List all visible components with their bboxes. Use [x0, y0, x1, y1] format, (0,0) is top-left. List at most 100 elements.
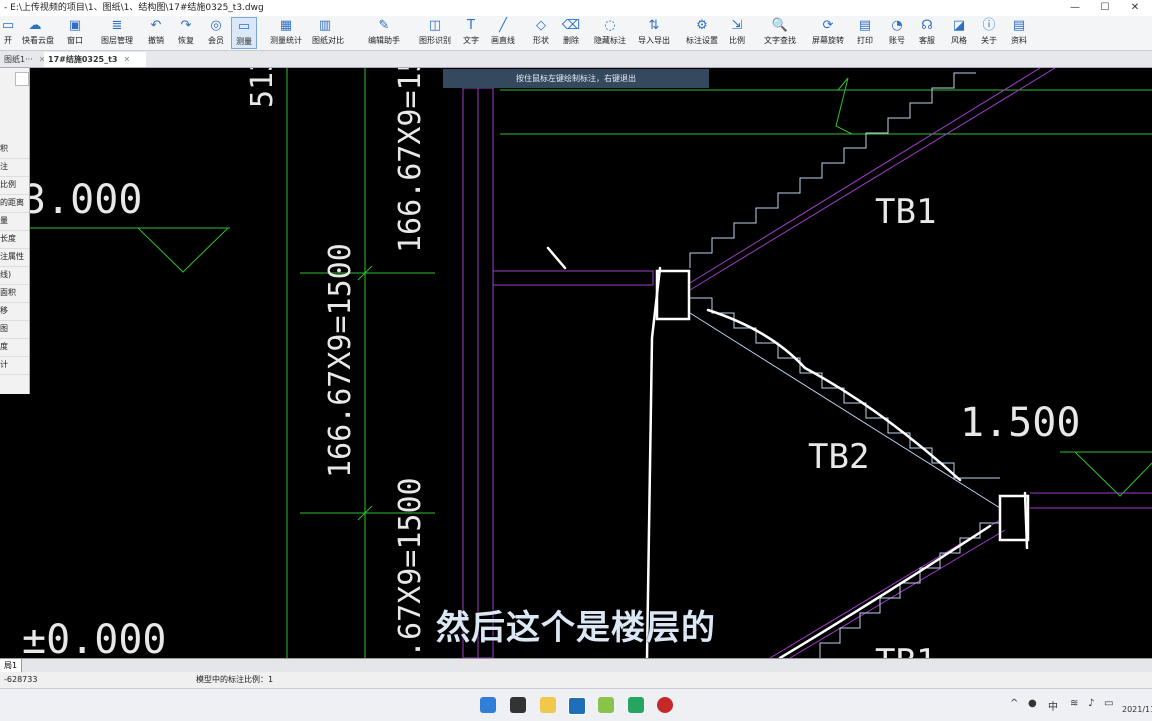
close-icon[interactable]: ✕	[1120, 0, 1150, 16]
cad-app-icon[interactable]	[568, 697, 586, 715]
panel-item[interactable]: 量	[0, 212, 29, 231]
toolbar-button-scale[interactable]: ⇲ 比例	[724, 17, 750, 49]
toolbar-button-label: 账号	[889, 36, 905, 45]
minimize-icon[interactable]: —	[1060, 0, 1090, 16]
toolbar-button-info[interactable]: ⓘ 关于	[976, 17, 1002, 49]
toolbar-button-label: 关于	[981, 36, 997, 45]
annotation-scale: 模型中的标注比例：1	[196, 675, 274, 684]
measure-tool-panel: 积注比例 的距离量长度 注属性 线) 面积移图度计	[0, 68, 30, 394]
toolbar-button-support[interactable]: ☊ 客服	[914, 17, 940, 49]
wifi-icon[interactable]: ≋	[1070, 698, 1078, 709]
toolbar-button-label: 快看云盘	[22, 36, 54, 45]
toolbar-button-redo[interactable]: ↷ 恢复	[173, 17, 199, 49]
toolbar-button-label: 恢复	[178, 36, 194, 45]
toolbar-button-label: 资料	[1011, 36, 1027, 45]
toolbar-button-label: 图层管理	[101, 36, 133, 45]
toolbar-button-import-export[interactable]: ⇅ 导入导出	[632, 17, 676, 49]
toolbar-button-edit-assistant[interactable]: ✎ 编辑助手	[362, 17, 406, 49]
panel-item[interactable]: 比例	[0, 176, 29, 195]
toolbar-button-style[interactable]: ◪ 风格	[946, 17, 972, 49]
annotation-settings-icon: ⚙	[696, 18, 708, 33]
toolbar-button-label: 开	[4, 36, 12, 45]
toolbar-button-account[interactable]: ◔ 账号	[884, 17, 910, 49]
volume-icon[interactable]: ♪	[1088, 698, 1094, 709]
toolbar-button-cloud[interactable]: ☁ 快看云盘	[22, 17, 54, 49]
tab-drawing-1[interactable]: 图纸1··· ✕	[0, 52, 45, 67]
tab-17-structure[interactable]: 17#结施0325_t3 ✕	[44, 52, 146, 67]
toolbar-button-vip[interactable]: ◎ 会员	[203, 17, 229, 49]
dimension-lines	[0, 68, 1152, 658]
toolbar-button-measure[interactable]: ▭ 测量	[231, 17, 257, 49]
shape-icon: ◇	[536, 18, 546, 33]
toolbar-button-text[interactable]: T 文字	[458, 17, 484, 49]
toolbar-button-undo[interactable]: ↶ 撤销	[143, 17, 169, 49]
support-icon: ☊	[921, 18, 933, 33]
panel-item[interactable]: 积	[0, 140, 29, 159]
clock[interactable]: 2021/11/	[1122, 705, 1152, 714]
toolbar-button-window[interactable]: ▣ 窗口	[62, 17, 88, 49]
panel-item[interactable]: 长度	[0, 230, 29, 249]
maximize-icon[interactable]: ☐	[1090, 0, 1120, 16]
panel-item[interactable]: 面积	[0, 284, 29, 303]
documents-icon: ▤	[1012, 18, 1026, 33]
toolbar-button-rotate-screen[interactable]: ⟳ 屏幕旋转	[806, 17, 850, 49]
toolbar-button-label: 测量	[236, 37, 252, 46]
toolbar-button-label: 打印	[857, 36, 873, 45]
measure-icon: ▭	[237, 19, 251, 34]
label-tb2: TB2	[808, 437, 869, 477]
toolbar-button-documents[interactable]: ▤ 资料	[1006, 17, 1032, 49]
main-toolbar: ▭ 开 ☁ 快看云盘 ▣ 窗口 ≣ 图层管理 ↶ 撤销 ↷ 恢复 ◎ 会员 ▭ 测量 ▦ 测量统计 ▥ 图纸对比 ✎ 编辑…	[0, 16, 1152, 51]
file-explorer-icon[interactable]	[540, 697, 556, 713]
panel-item[interactable]: 移	[0, 302, 29, 321]
panel-item[interactable]: 度	[0, 338, 29, 357]
text-icon: T	[467, 18, 475, 33]
input-method[interactable]: 中	[1048, 698, 1058, 713]
toolbar-button-compare[interactable]: ▥ 图纸对比	[312, 17, 344, 49]
toolbar-button-layers[interactable]: ≣ 图层管理	[95, 17, 139, 49]
dimension-mid: 166.67X9=1500	[323, 243, 358, 478]
microphone-icon[interactable]: ●	[1028, 698, 1037, 709]
window-icon: ▣	[68, 18, 82, 33]
toolbar-button-line[interactable]: ╱ 画直线	[490, 17, 516, 49]
title-bar: - E:\上传视频的项目\1、图纸\1、结构图\17#结施0325_t3.dwg…	[0, 0, 1152, 16]
recorder-icon[interactable]	[657, 697, 673, 713]
tab-close-icon[interactable]: ✕	[124, 55, 131, 64]
toolbar-button-label: 测量统计	[270, 36, 302, 45]
toolbar-button-shape[interactable]: ◇ 形状	[528, 17, 554, 49]
import-export-icon: ⇅	[648, 18, 660, 33]
video-subtitle: 然后这个是楼层的	[436, 608, 716, 648]
toolbar-button-label: 会员	[208, 36, 224, 45]
start-icon[interactable]	[480, 697, 496, 713]
toolbar-button-hide-annotation[interactable]: ◌ 隐藏标注	[588, 17, 632, 49]
panel-close-icon[interactable]	[15, 72, 29, 86]
panel-item[interactable]: 注	[0, 158, 29, 177]
rotate-screen-icon: ⟳	[822, 18, 834, 33]
toolbar-button-eraser[interactable]: ⌫ 删除	[558, 17, 584, 49]
label-tb1-top: TB1	[875, 192, 936, 232]
open-icon: ▭	[1, 18, 15, 33]
panel-item[interactable]: 线)	[0, 266, 29, 285]
panel-item[interactable]: 注属性	[0, 248, 29, 267]
toolbar-button-measure-stats[interactable]: ▦ 测量统计	[264, 17, 308, 49]
account-icon: ◔	[891, 18, 903, 33]
toolbar-button-annotation-settings[interactable]: ⚙ 标注设置	[680, 17, 724, 49]
toolbar-button-label: 隐藏标注	[594, 36, 626, 45]
status-bar: -628733 模型中的标注比例：1	[0, 672, 1152, 688]
panel-item[interactable]: 计	[0, 356, 29, 375]
panel-item[interactable]: 的距离	[0, 194, 29, 213]
tool-app-icon[interactable]	[598, 697, 614, 713]
toolbar-button-label: 文字	[463, 36, 479, 45]
toolbar-button-text-search[interactable]: 🔍 文字查找	[758, 17, 802, 49]
toolbar-button-label: 屏幕旋转	[812, 36, 844, 45]
panel-item[interactable]: 图	[0, 320, 29, 339]
toolbar-button-print[interactable]: ▤ 打印	[852, 17, 878, 49]
battery-icon[interactable]: ▭	[1104, 698, 1113, 709]
layout-tab-1[interactable]: 局1	[0, 659, 23, 672]
task-view-icon[interactable]	[510, 697, 526, 713]
spreadsheet-icon[interactable]	[628, 697, 644, 713]
toolbar-button-shape-recognition[interactable]: ◫ 图形识别	[413, 17, 457, 49]
tray-chevron-icon[interactable]: ^	[1010, 698, 1018, 709]
cad-canvas[interactable]: 3.000 ±0.000 1.500 TB1 TB2 TB1 513 166.6…	[0, 68, 1152, 658]
toolbar-button-open[interactable]: ▭ 开	[0, 17, 16, 49]
toolbar-button-label: 图形识别	[419, 36, 451, 45]
